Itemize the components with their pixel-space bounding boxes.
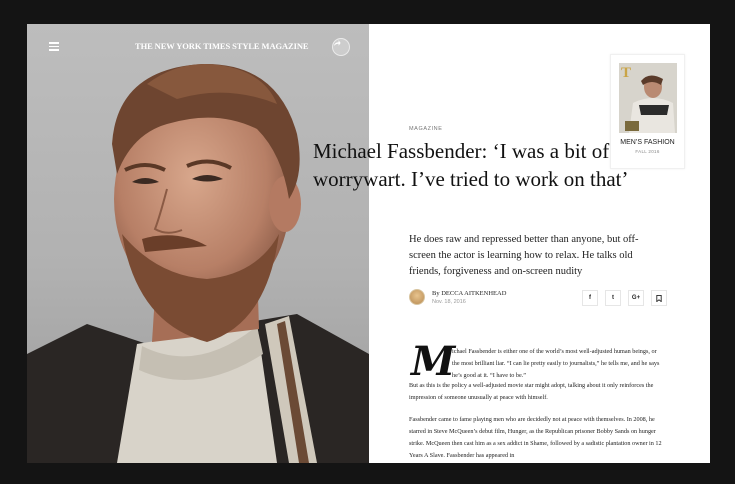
publish-date: Nov. 18, 2016 [432,298,466,305]
article-page: THE NEW YORK TIMES STYLE MAGAZINE MAGAZI… [27,24,710,463]
author-avatar [409,289,425,305]
article-headline: Michael Fassbender: ‘I was a bit of a wo… [313,139,629,191]
twitter-icon: t [612,295,614,301]
byline: By DECCA AITKENHEAD Nov. 18, 2016 [409,289,506,305]
bookmark-button[interactable] [651,290,667,306]
drop-cap: M [411,338,456,385]
body-paragraph-1-start: ichael Fassbender is either one of the w… [452,348,660,379]
author-name[interactable]: By DECCA AITKENHEAD [432,290,506,297]
menu-icon[interactable] [49,42,59,51]
bookmark-icon [656,294,662,302]
facebook-share-button[interactable]: f [582,290,598,306]
facebook-icon: f [589,295,591,301]
body-paragraph-2: Fassbender came to fame playing men who … [409,416,662,459]
article-summary: He does raw and repressed better than an… [409,234,639,277]
cover-illustration: T [619,63,677,133]
cover-season: FALL 2016 [635,149,660,154]
masthead-title[interactable]: THE NEW YORK TIMES STYLE MAGAZINE [135,41,309,51]
portrait-illustration [27,63,369,463]
magazine-cover-card[interactable]: T MEN’S FASHION FALL 2016 [610,54,685,169]
twitter-share-button[interactable]: t [605,290,621,306]
cover-title: MEN’S FASHION [620,139,675,146]
share-button[interactable] [332,38,350,56]
google-plus-icon: G+ [631,295,641,301]
magazine-cover-image: T [619,63,677,133]
cover-logo-letter: T [621,65,631,81]
share-toolbar: f t G+ [582,290,667,306]
hero-photo: THE NEW YORK TIMES STYLE MAGAZINE [27,24,369,463]
section-label[interactable]: MAGAZINE [409,126,443,132]
share-icon [333,40,341,47]
google-plus-share-button[interactable]: G+ [628,290,644,306]
body-paragraph-1-end: But as this is the policy a well-adjuste… [409,382,654,401]
